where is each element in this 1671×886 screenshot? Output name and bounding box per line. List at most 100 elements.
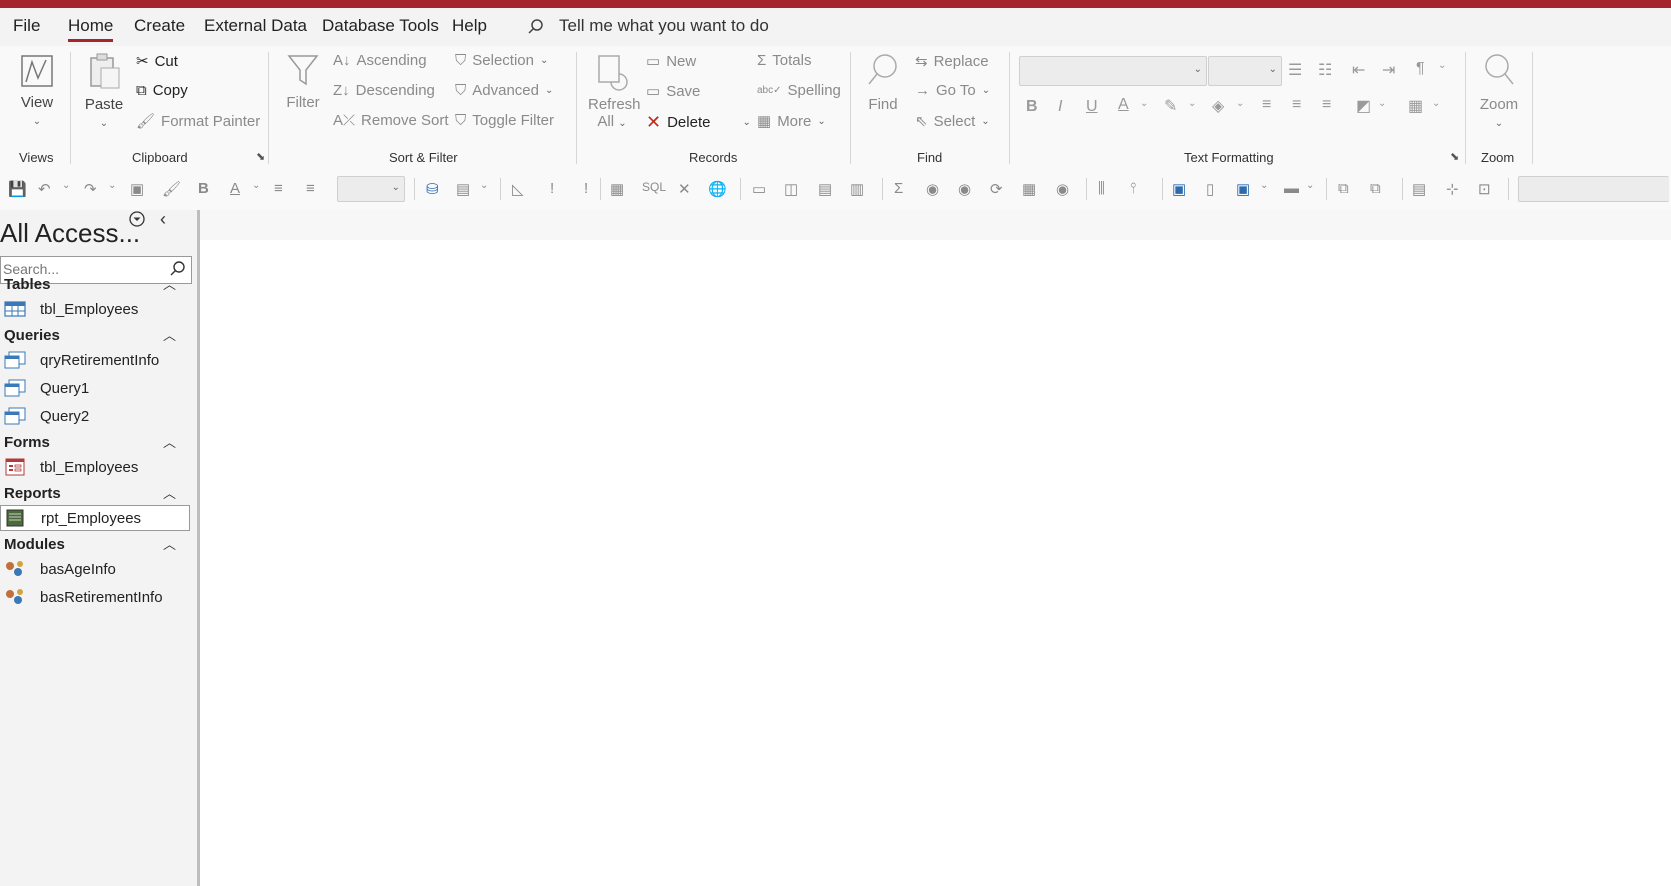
chevron-down-icon[interactable]: ⌄ (742, 117, 750, 128)
form-save-icon[interactable]: ▣ (130, 180, 144, 198)
bullets-icon[interactable]: ☰ (1288, 60, 1302, 80)
numbering-icon[interactable]: ☷ (1318, 60, 1332, 80)
chevron-down-icon[interactable]: ⌄ (1188, 98, 1196, 109)
font-name-combo[interactable]: ⌄ (1019, 56, 1207, 86)
delete-button[interactable]: ✕ Delete ⌄ (646, 112, 751, 133)
bold-icon[interactable]: B (1026, 98, 1038, 116)
field-list-icon[interactable]: ▯ (1206, 180, 1214, 198)
align-center-icon[interactable]: ≡ (1292, 96, 1301, 114)
underline-icon[interactable]: U (1086, 98, 1098, 116)
chevron-up-icon[interactable]: ︿ (163, 274, 176, 293)
cut-button[interactable]: ✂ Cut (136, 52, 178, 71)
size-to-fit-icon[interactable]: ▤ (1412, 180, 1426, 198)
nav-menu-chevron-icon[interactable] (128, 210, 146, 228)
find-button[interactable]: Find (862, 52, 904, 113)
database-icon[interactable]: ⛁ (426, 180, 439, 198)
align-left-icon[interactable]: ≡ (1262, 96, 1271, 114)
decrease-indent-icon[interactable]: ⇤ (1352, 60, 1365, 80)
align-icon[interactable]: ⫯ (1130, 180, 1137, 197)
paragraph-direction-icon[interactable]: ¶ (1416, 60, 1425, 78)
save-record-button[interactable]: ▭ Save (646, 82, 700, 101)
bold-icon[interactable]: B (198, 180, 209, 197)
sql-view-icon[interactable]: SQL (642, 180, 666, 194)
alternate-row-color-icon[interactable]: ◩ (1356, 96, 1371, 116)
chevron-up-icon[interactable]: ︿ (163, 534, 176, 553)
run-icon[interactable]: ! (584, 180, 588, 197)
align-right-icon[interactable]: ≡ (306, 180, 315, 197)
replace-button[interactable]: ⇆ Replace (915, 52, 989, 71)
size-to-grid-icon[interactable]: ⊹ (1446, 180, 1459, 198)
highlight-icon[interactable]: ✎ (1164, 96, 1177, 116)
nav-item-form[interactable]: tbl_Employees (4, 454, 190, 480)
datasheet-icon[interactable]: ▦ (610, 180, 624, 198)
align-right-icon[interactable]: ≡ (1322, 96, 1331, 114)
chevron-down-icon[interactable]: ⌄ (1306, 180, 1314, 191)
chevron-down-icon[interactable]: ⌄ (1236, 98, 1244, 109)
circle-icon[interactable]: ◉ (926, 180, 939, 198)
spelling-button[interactable]: abc✓ Spelling (757, 82, 841, 99)
font-color-icon[interactable]: A (1118, 96, 1129, 114)
zoom-button[interactable]: Zoom ⌄ (1476, 52, 1522, 130)
nav-item-query[interactable]: Query1 (4, 375, 190, 401)
bring-front-icon[interactable]: ⧉ (1338, 180, 1349, 197)
send-back-icon[interactable]: ⧉ (1370, 180, 1381, 197)
line-icon[interactable]: ▬ (1284, 180, 1299, 197)
category-queries[interactable]: Queries (4, 327, 60, 344)
advanced-button[interactable]: ⛉ Advanced ⌄ (455, 82, 553, 99)
gridlines-icon[interactable]: ▦ (1408, 96, 1423, 116)
remove-sort-button[interactable]: A⤫ Remove Sort (333, 112, 449, 129)
chevron-down-icon[interactable]: ⌄ (108, 180, 116, 191)
filter-button[interactable]: Filter (283, 52, 323, 111)
more-button[interactable]: ▦ More ⌄ (757, 112, 826, 131)
chevron-down-icon[interactable]: ⌄ (1260, 180, 1268, 191)
tab-home[interactable]: Home (68, 16, 114, 42)
chevron-down-icon[interactable]: ⌄ (252, 180, 260, 191)
copy-button[interactable]: ⧉ Copy (136, 82, 188, 99)
new-record-button[interactable]: ▭ New (646, 52, 696, 71)
totals-button[interactable]: Σ Totals (757, 52, 811, 69)
ascending-button[interactable]: A↓ Ascending (333, 52, 427, 69)
view-button[interactable]: View ⌄ (14, 52, 60, 128)
split-form-icon[interactable]: ◫ (784, 180, 798, 198)
font-size-combo[interactable]: ⌄ (1208, 56, 1282, 86)
tab-create[interactable]: Create (134, 16, 185, 36)
nav-item-table[interactable]: tbl_Employees (4, 296, 190, 322)
category-modules[interactable]: Modules (4, 536, 65, 553)
tab-file[interactable]: File (13, 16, 40, 36)
nav-item-report[interactable]: rpt_Employees (0, 505, 190, 531)
refresh-all-button[interactable]: Refresh All ⌄ (588, 52, 641, 130)
nav-pane-title[interactable]: All Access... (0, 218, 140, 249)
chevron-down-icon[interactable]: ⌄ (480, 180, 488, 191)
select-button[interactable]: ⇖ Select ⌄ (915, 112, 990, 131)
property-sheet-icon[interactable]: ▣ (1172, 180, 1186, 198)
paintbrush-icon[interactable]: 🖌 (162, 180, 181, 198)
align-center-icon[interactable]: ≡ (274, 180, 283, 197)
chevron-down-icon[interactable]: ⌄ (1432, 98, 1440, 109)
paste-button[interactable]: Paste ⌄ (84, 52, 124, 130)
qat-object-combo[interactable] (1518, 176, 1669, 202)
nav-item-module[interactable]: basAgeInfo (4, 556, 190, 582)
chevron-up-icon[interactable]: ︿ (163, 325, 176, 344)
chevron-up-icon[interactable]: ︿ (163, 432, 176, 451)
redo-icon[interactable]: ↷ (84, 180, 97, 198)
chart-icon[interactable]: ▥ (850, 180, 864, 198)
dialog-launcher-icon[interactable]: ⬊ (1450, 150, 1459, 163)
goto-button[interactable]: → Go To ⌄ (915, 82, 990, 99)
category-reports[interactable]: Reports (4, 485, 61, 502)
increase-indent-icon[interactable]: ⇥ (1382, 60, 1395, 80)
toggle-filter-button[interactable]: ⛉ Toggle Filter (455, 112, 554, 129)
close-icon[interactable]: ✕ (678, 180, 691, 198)
nav-item-query[interactable]: qryRetirementInfo (4, 347, 190, 373)
table-grid-icon[interactable]: ▦ (1022, 180, 1036, 198)
undo-icon[interactable]: ↶ (38, 180, 51, 198)
category-forms[interactable]: Forms (4, 434, 50, 451)
collapse-pane-icon[interactable]: ‹ (160, 209, 166, 230)
nav-item-module[interactable]: basRetirementInfo (4, 584, 190, 610)
tab-database-tools[interactable]: Database Tools (322, 16, 439, 36)
circle-icon[interactable]: ◉ (958, 180, 971, 198)
form-icon[interactable]: ▭ (752, 180, 766, 198)
design-view-icon[interactable]: ◺ (512, 180, 524, 198)
report-icon[interactable]: ▤ (818, 180, 832, 198)
save-icon[interactable]: 💾 (8, 180, 27, 198)
tab-external-data[interactable]: External Data (204, 16, 307, 36)
